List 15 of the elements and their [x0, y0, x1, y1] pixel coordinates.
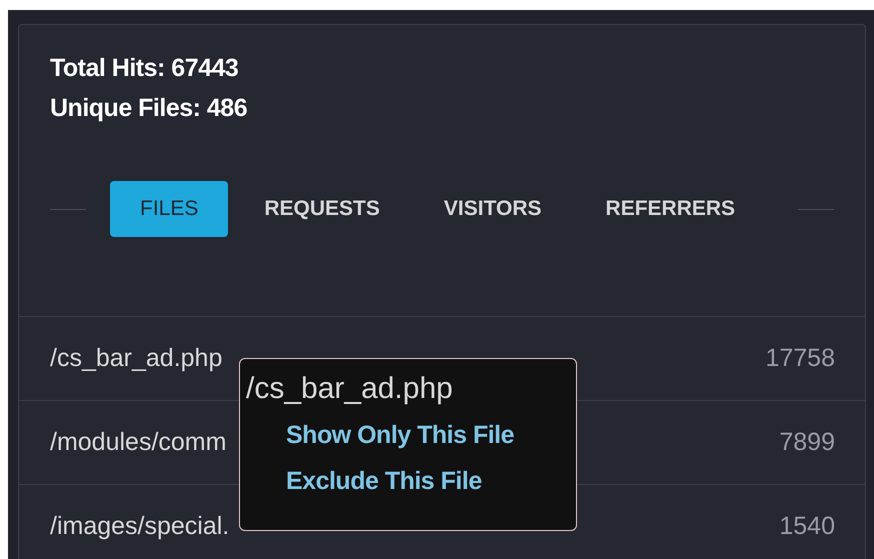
stat-text: Unique Files: 486: [50, 93, 248, 123]
file-path[interactable]: /images/special.: [50, 508, 230, 546]
file-path[interactable]: /cs_bar_ad.php: [50, 340, 222, 378]
tab[interactable]: REQUESTS: [236, 181, 408, 237]
tab[interactable]: FILES: [110, 181, 228, 237]
file-path[interactable]: /modules/comm: [50, 424, 226, 462]
hit-count: 17758: [765, 342, 835, 374]
stat-text: Total Hits: 67443: [50, 53, 238, 83]
hit-count: 1540: [779, 510, 835, 542]
tab[interactable]: VISITORS: [416, 181, 570, 237]
menu-item[interactable]: Exclude This File: [286, 467, 482, 495]
menu-item[interactable]: Show Only This File: [286, 421, 514, 449]
hit-count: 7899: [779, 426, 835, 458]
tab[interactable]: REFERRERS: [578, 181, 764, 237]
menu-title: /cs_bar_ad.php: [246, 371, 453, 407]
